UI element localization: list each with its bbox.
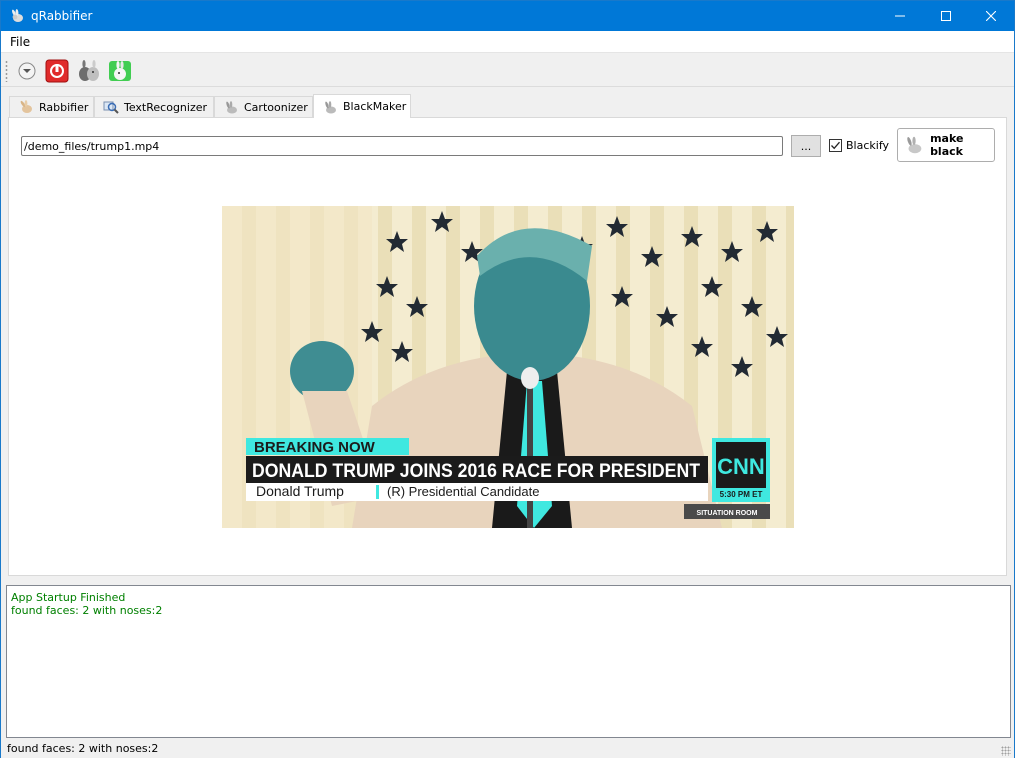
app-window: qRabbifier File Rabbifier TextRecognizer… [0,0,1015,758]
tab-cartoonizer-label: Cartoonizer [244,100,308,114]
rabbit-icon [325,100,336,113]
log-line: found faces: 2 with noses:2 [11,604,163,617]
make-black-button[interactable]: make black [897,128,995,162]
tab-rabbifier[interactable]: Rabbifier [9,96,94,117]
log-output[interactable]: App Startup Finished found faces: 2 with… [6,585,1011,738]
minimize-button[interactable] [877,1,923,31]
window-title: qRabbifier [31,9,93,23]
tab-textrecognizer[interactable]: TextRecognizer [94,96,214,117]
toolbar-dropdown-button[interactable] [15,59,39,83]
speaker-name: Donald Trump [256,483,344,499]
make-black-label: make black [930,132,964,158]
headline-text: DONALD TRUMP JOINS 2016 RACE FOR PRESIDE… [252,461,700,482]
menu-file[interactable]: File [10,35,30,49]
power-button[interactable] [45,59,69,83]
checkbox-checked-icon[interactable] [829,139,842,152]
qt-rabbit-icon [109,61,131,81]
browse-button[interactable]: ... [791,135,821,157]
file-path-input[interactable] [21,136,783,156]
breaking-label: BREAKING NOW [254,439,376,456]
tab-rabbifier-label: Rabbifier [39,100,89,114]
status-message: found faces: 2 with noses:2 [7,742,159,755]
video-preview: BREAKING NOW DONALD TRUMP JOINS 2016 RAC… [222,206,794,528]
blackify-label: Blackify [846,139,890,152]
minimize-icon [895,15,905,17]
blackify-checkbox[interactable]: Blackify [829,139,889,152]
rabbit-icon [226,101,237,114]
speaker-title: (R) Presidential Candidate [387,484,539,499]
toolbar [1,54,1014,87]
broadcast-time: 5:30 PM ET [720,490,763,499]
blackmaker-panel: ... Blackify make black [8,117,1007,576]
app-rabbit-icon [12,9,23,22]
tab-textrecognizer-label: TextRecognizer [124,100,208,114]
rabbit-icon [907,136,922,154]
rabbit-icon [20,100,32,113]
magnifier-icon [103,101,119,114]
title-bar[interactable]: qRabbifier [1,1,1014,31]
qt-rabbit-button[interactable] [108,59,132,83]
rabbits-icon [79,60,99,81]
close-button[interactable] [968,1,1014,31]
maximize-button[interactable] [923,1,969,31]
power-icon [45,59,69,83]
network-logo: CNN [717,454,765,479]
tab-blackmaker-label: BlackMaker [343,100,407,113]
program-name: SITUATION ROOM [697,510,758,517]
log-line: App Startup Finished [11,591,126,604]
tab-blackmaker[interactable]: BlackMaker [313,94,411,118]
dropdown-circle-icon [18,62,36,80]
resize-grip-icon[interactable] [1001,746,1011,756]
rabbits-button[interactable] [77,59,101,83]
tab-cartoonizer[interactable]: Cartoonizer [214,96,313,117]
toolbar-grip[interactable] [5,60,8,82]
status-bar: found faces: 2 with noses:2 [1,739,1014,758]
menu-bar: File [1,31,1014,53]
tab-bar: Rabbifier TextRecognizer Cartoonizer Bla… [9,94,1007,118]
close-icon [986,11,996,21]
maximize-icon [941,11,951,21]
